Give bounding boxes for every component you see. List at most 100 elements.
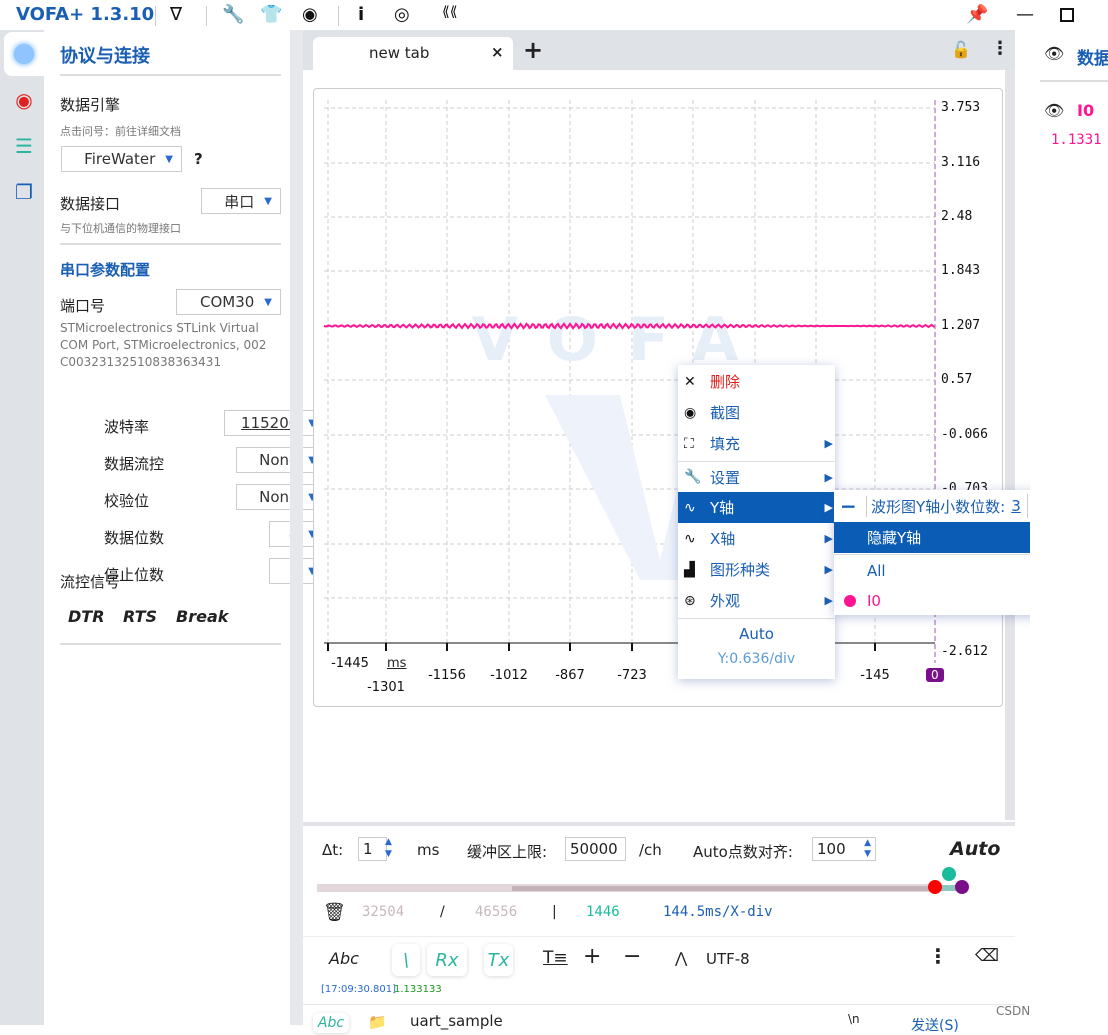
y-tick-label: 1.207 [941,318,981,333]
text-format-icon[interactable]: T≡ [543,948,568,968]
rx-label: Rx [435,949,459,971]
buffer-value: 50000 [570,840,618,858]
fill-icon: ⛶ [684,435,694,452]
abc-label: Abc [317,1015,345,1031]
submenu-arrow-icon: ▶ [824,470,833,484]
tx-button[interactable]: Tx [484,944,513,976]
menu-item[interactable]: ⊛ 外观 ▶ [678,585,835,616]
x-tick-label: -867 [555,668,585,683]
x-unit-label: ms [387,656,407,671]
newline-select[interactable]: \n [848,1012,860,1026]
dt-label: Δt: [322,841,344,859]
menu-item[interactable]: ◉ 截图 [678,397,835,428]
range-start-handle[interactable] [928,880,942,894]
align-label: Auto点数对齐: [693,843,793,861]
auto-button[interactable]: Auto [678,618,835,643]
data-panel: 👁 数据 👁 I0 1.1331 [1030,30,1108,1025]
divider [1040,80,1108,82]
menu-item[interactable]: ∿ X轴 ▶ [678,523,835,554]
submenu-arrow-icon: ▶ [824,532,833,545]
menu-item[interactable]: ⛶ 填充 ▶ [678,428,835,459]
menu-item[interactable]: ✕ 删除 [678,366,835,397]
data-panel-title: 数据 [1077,49,1108,69]
menu-item-label: 外观 [710,592,741,610]
channel-value: 1.1331 [1051,132,1102,148]
folder-icon[interactable]: 📁 [368,1013,387,1031]
auto-toggle[interactable]: Auto [950,838,1000,860]
channel-label: I0 [867,592,881,610]
send-button[interactable]: 发送(S) [911,1015,959,1035]
submenu-arrow-icon: ▶ [824,594,833,607]
log-value: 1.133133 [394,984,442,995]
dt-unit: ms [417,841,440,859]
menu-item-label: 图形种类 [710,561,771,579]
align-value: 100 [817,840,846,858]
decimals-label: 波形图Y轴小数位数: [866,495,1005,517]
range-center-handle[interactable] [942,867,956,881]
eraser-icon[interactable]: ⌫ [975,946,999,966]
x-tick-label: -1012 [490,668,528,683]
dt-stepper[interactable]: ▲ ▼ [385,836,392,860]
buffer-total: 46556 [475,904,518,920]
encoding-icon: ⋀ [675,949,688,967]
y-tick-label: 3.753 [941,100,981,115]
screenshot-icon: ◉ [684,404,697,421]
buffer-unit: /ch [639,841,662,859]
menu-item[interactable]: 🔧 设置 ▶ [678,461,835,492]
submenu-arrow-icon: ▶ [824,437,833,450]
x-tick-label: -145 [860,668,890,683]
hide-y-axis-item[interactable]: 隐藏Y轴 [834,522,1063,553]
x-tick-label: -1301 [367,680,405,695]
visible-range [512,886,933,891]
cursor-label[interactable]: 0 [926,668,944,682]
channel-color-dot [844,595,856,607]
dt-input[interactable]: 1 [358,837,387,861]
eye-icon[interactable]: 👁 [1044,101,1064,120]
menu-item-label: 设置 [710,468,741,487]
align-input[interactable]: 100 ▲ ▼ [812,837,876,861]
buffer-used: 32504 [362,904,405,920]
divider [303,822,1015,826]
y-scale-readout: Y:0.636/div [717,651,796,667]
buffer-label: 缓冲区上限: [467,843,548,861]
y-tick-label: 3.116 [941,155,981,170]
range-end-handle[interactable] [955,880,969,894]
chart-type-icon: ▟ [684,561,695,578]
trash-icon[interactable]: 🗑 [323,902,346,923]
y-axis-icon: ∿ [684,499,696,516]
tx-label: Tx [487,949,510,971]
log-timestamp: [17:09:30.801] [321,984,396,995]
buffer-input[interactable]: 50000 [565,837,626,861]
rx-button[interactable]: Rx [427,944,467,976]
more-icon[interactable]: ⋮ [928,944,948,968]
decrease-decimals-button[interactable]: − [840,494,860,518]
zoom-in-icon[interactable]: + [583,944,601,969]
eye-icon[interactable]: 👁 [1044,44,1064,63]
control-panel: Δt: 1 ▲ ▼ ms 缓冲区上限: 50000 /ch Auto点数对齐: 1… [303,822,1015,1034]
x-tick-label: -1445 [331,656,369,671]
y-tick-label: -2.612 [941,644,988,659]
all-channels-item[interactable]: All [834,554,1063,586]
dt-value: 1 [363,840,373,858]
y-tick-label: 1.843 [941,263,981,278]
abc-button[interactable]: Abc [329,949,359,968]
y-axis-submenu: − 波形图Y轴小数位数: 3 + 隐藏Y轴 All I0 [834,490,1063,615]
appearance-icon: ⊛ [684,592,696,609]
wrench-icon: 🔧 [684,469,702,485]
close-icon: ✕ [684,373,696,390]
command-name[interactable]: uart_sample [410,1012,503,1030]
encoding-select[interactable]: UTF-8 [706,950,750,968]
channel-item-i0[interactable]: I0 [834,586,1063,616]
decimals-value[interactable]: 3 [1011,497,1021,515]
zoom-out-icon[interactable]: − [623,944,641,969]
stat-bar: | [552,904,557,920]
y-tick-label: 2.48 [941,209,973,224]
align-stepper[interactable]: ▲ ▼ [864,838,871,860]
menu-item[interactable]: ∿ Y轴 ▶ [678,492,835,523]
stat-separator: / [440,904,445,920]
menu-item[interactable]: ▟ 图形种类 ▶ [678,554,835,585]
x-division: 144.5ms/X-div [663,904,773,920]
send-abc-button[interactable]: Abc [313,1013,349,1033]
x-axis-icon: ∿ [684,530,696,547]
timestamp-toggle[interactable]: \ [392,944,420,976]
